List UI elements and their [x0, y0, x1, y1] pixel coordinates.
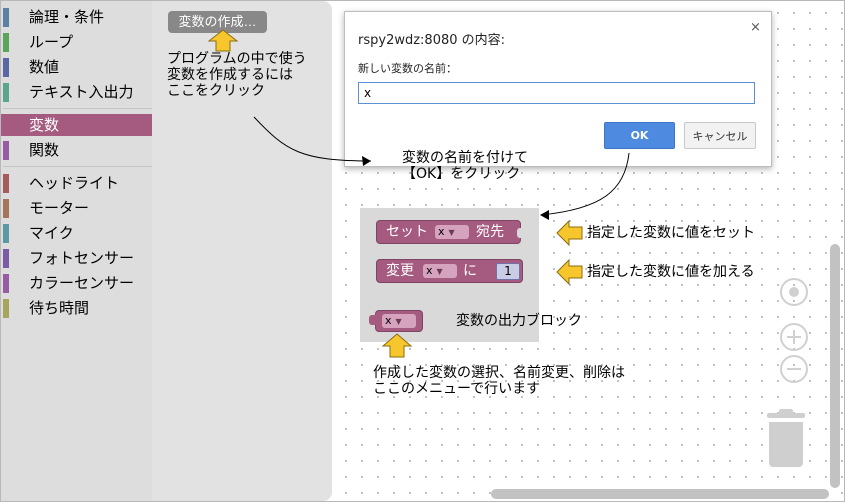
recenter-dot [789, 287, 799, 297]
plus-vertical [793, 330, 795, 344]
annotation-overlay [207, 29, 630, 358]
recenter-icon[interactable] [780, 278, 808, 306]
arrow-left-icon [556, 219, 583, 247]
arrow-up-icon [381, 333, 413, 358]
zoom-out-icon[interactable] [780, 355, 808, 383]
arrow-left-icon [556, 258, 583, 286]
trash-handle [779, 409, 793, 413]
trash-lid [767, 413, 805, 418]
pointer-curve-icon [540, 152, 630, 216]
pointer-curve-icon [253, 116, 372, 162]
arrow-up-icon [207, 29, 239, 52]
trash-body [769, 422, 803, 467]
zoom-in-icon[interactable] [780, 323, 808, 351]
arrow-head-icon [540, 210, 549, 220]
horizontal-scrollbar[interactable] [491, 489, 829, 499]
blockly-editor: 論理・条件 ループ 数値 テキスト入出力 変数 関数 ヘッドライト モーター マ… [0, 0, 845, 502]
arrow-head-icon [362, 156, 371, 166]
minus-bar [787, 368, 801, 370]
vertical-scrollbar[interactable] [830, 244, 840, 488]
